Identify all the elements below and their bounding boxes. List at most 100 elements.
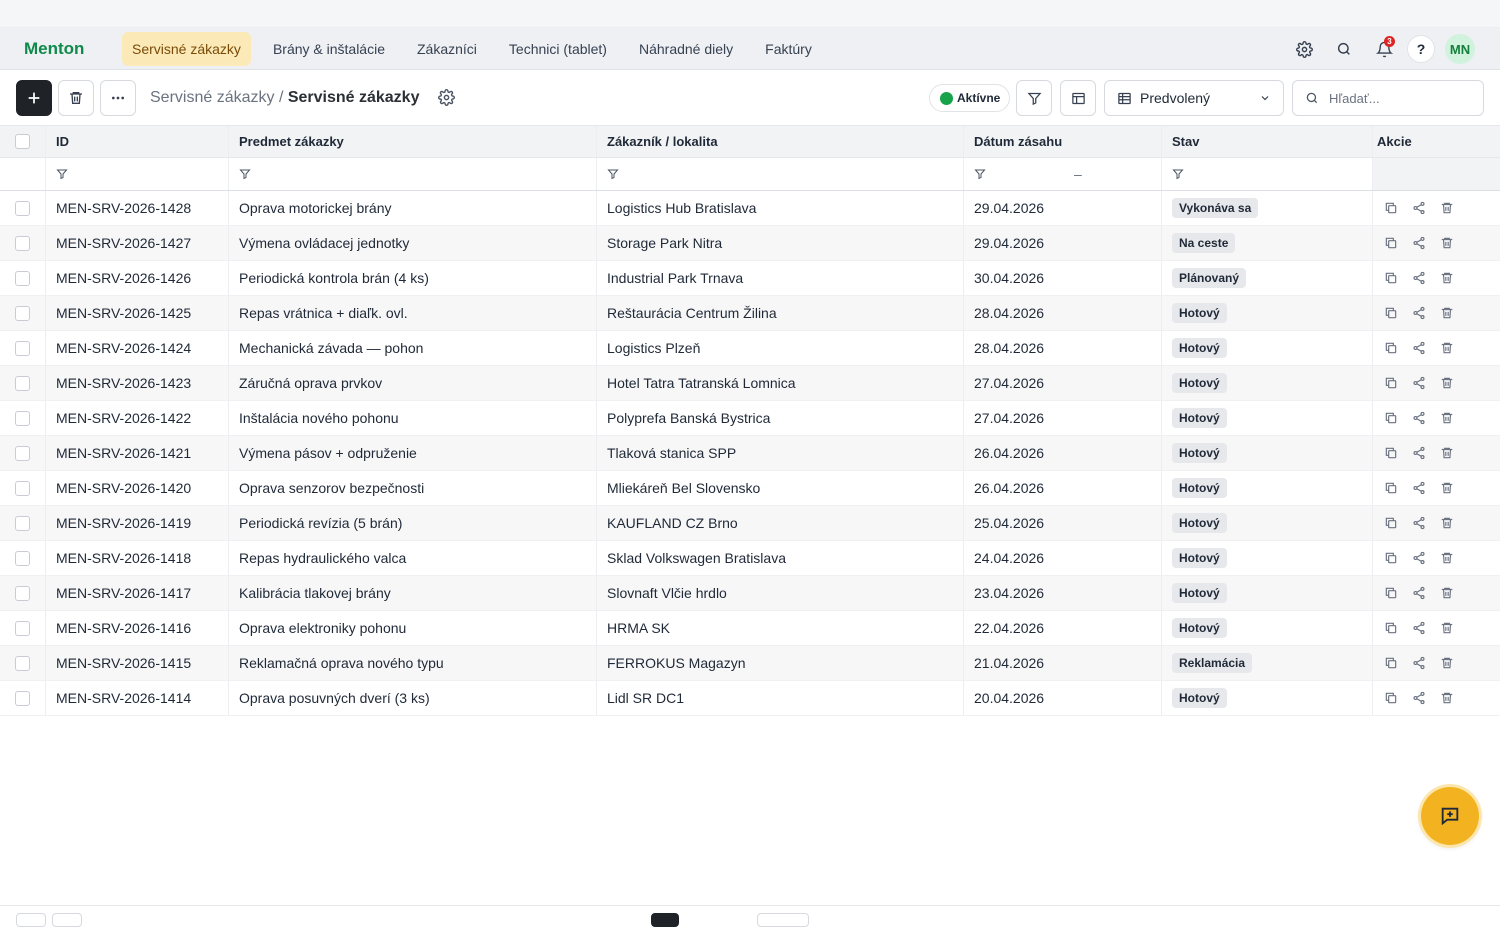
cell-date[interactable]: 23.04.2026 — [964, 576, 1162, 610]
user-avatar[interactable]: MN — [1445, 34, 1475, 64]
cell-id[interactable]: MEN-SRV-2026-1415 — [46, 646, 229, 680]
cell-status[interactable]: Hotový — [1162, 611, 1373, 645]
filter-button[interactable] — [1016, 80, 1052, 116]
row-checkbox[interactable] — [15, 655, 30, 671]
delete-row-button[interactable] — [1433, 551, 1461, 565]
pagination-current-page[interactable] — [651, 913, 679, 927]
cell-customer[interactable]: Logistics Plzeň — [597, 331, 964, 365]
table-row[interactable]: MEN-SRV-2026-1421 Výmena pásov + odpružen… — [0, 436, 1500, 471]
filter-status[interactable] — [1162, 158, 1373, 190]
cell-id[interactable]: MEN-SRV-2026-1427 — [46, 226, 229, 260]
cell-status[interactable]: Vykonáva sa — [1162, 191, 1373, 225]
column-header-id[interactable]: ID — [46, 126, 229, 157]
cell-status[interactable]: Hotový — [1162, 401, 1373, 435]
cell-subject[interactable]: Výmena ovládacej jednotky — [229, 226, 597, 260]
table-row[interactable]: MEN-SRV-2026-1414 Oprava posuvných dverí … — [0, 681, 1500, 716]
filter-subject[interactable] — [229, 158, 597, 190]
cell-date[interactable]: 27.04.2026 — [964, 401, 1162, 435]
delete-row-button[interactable] — [1433, 341, 1461, 355]
tab-technici[interactable]: Technici (tablet) — [499, 32, 617, 66]
copy-button[interactable] — [1377, 551, 1405, 565]
cell-customer[interactable]: Industrial Park Trnava — [597, 261, 964, 295]
cell-customer[interactable]: Tlaková stanica SPP — [597, 436, 964, 470]
cell-customer[interactable]: FERROKUS Magazyn — [597, 646, 964, 680]
share-button[interactable] — [1405, 271, 1433, 285]
share-button[interactable] — [1405, 201, 1433, 215]
row-checkbox[interactable] — [15, 585, 30, 601]
delete-row-button[interactable] — [1433, 376, 1461, 390]
table-row[interactable]: MEN-SRV-2026-1418 Repas hydraulického val… — [0, 541, 1500, 576]
cell-customer[interactable]: KAUFLAND CZ Brno — [597, 506, 964, 540]
column-header-subject[interactable]: Predmet zákazky — [229, 126, 597, 157]
delete-row-button[interactable] — [1433, 621, 1461, 635]
share-button[interactable] — [1405, 446, 1433, 460]
table-row[interactable]: MEN-SRV-2026-1425 Repas vrátnica + diaľk.… — [0, 296, 1500, 331]
status-toggle[interactable]: Aktívne — [929, 84, 1011, 112]
cell-customer[interactable]: Reštaurácia Centrum Žilina — [597, 296, 964, 330]
column-header-status[interactable]: Stav — [1162, 126, 1373, 157]
page-settings-button[interactable] — [438, 89, 456, 107]
cell-customer[interactable]: Polyprefa Banská Bystrica — [597, 401, 964, 435]
breadcrumb-parent[interactable]: Servisné zákazky / — [150, 89, 288, 106]
more-button[interactable] — [100, 80, 136, 116]
share-button[interactable] — [1405, 481, 1433, 495]
delete-row-button[interactable] — [1433, 656, 1461, 670]
table-row[interactable]: MEN-SRV-2026-1415 Reklamačná oprava novéh… — [0, 646, 1500, 681]
table-row[interactable]: MEN-SRV-2026-1427 Výmena ovládacej jednot… — [0, 226, 1500, 261]
table-row[interactable]: MEN-SRV-2026-1416 Oprava elektroniky poho… — [0, 611, 1500, 646]
share-button[interactable] — [1405, 376, 1433, 390]
tab-zakaznici[interactable]: Zákazníci — [407, 32, 487, 66]
cell-customer[interactable]: Sklad Volkswagen Bratislava — [597, 541, 964, 575]
copy-button[interactable] — [1377, 586, 1405, 600]
cell-status[interactable]: Hotový — [1162, 471, 1373, 505]
cell-date[interactable]: 25.04.2026 — [964, 506, 1162, 540]
delete-row-button[interactable] — [1433, 306, 1461, 320]
cell-date[interactable]: 29.04.2026 — [964, 191, 1162, 225]
cell-date[interactable]: 27.04.2026 — [964, 366, 1162, 400]
share-button[interactable] — [1405, 306, 1433, 320]
row-checkbox[interactable] — [15, 410, 30, 426]
brand-logo[interactable]: Menton — [24, 39, 122, 59]
cell-subject[interactable]: Oprava posuvných dverí (3 ks) — [229, 681, 597, 715]
pagination-prev-button[interactable] — [52, 913, 82, 927]
share-button[interactable] — [1405, 586, 1433, 600]
cell-subject[interactable]: Záručná oprava prvkov — [229, 366, 597, 400]
copy-button[interactable] — [1377, 376, 1405, 390]
cell-customer[interactable]: HRMA SK — [597, 611, 964, 645]
cell-subject[interactable]: Oprava senzorov bezpečnosti — [229, 471, 597, 505]
add-button[interactable] — [16, 80, 52, 116]
cell-date[interactable]: 21.04.2026 — [964, 646, 1162, 680]
settings-button[interactable] — [1289, 34, 1319, 64]
tab-brany-instalacie[interactable]: Brány & inštalácie — [263, 32, 395, 66]
share-button[interactable] — [1405, 236, 1433, 250]
cell-date[interactable]: 22.04.2026 — [964, 611, 1162, 645]
cell-date[interactable]: 28.04.2026 — [964, 296, 1162, 330]
row-checkbox[interactable] — [15, 375, 30, 391]
row-checkbox[interactable] — [15, 515, 30, 531]
cell-subject[interactable]: Reklamačná oprava nového typu — [229, 646, 597, 680]
cell-date[interactable]: 30.04.2026 — [964, 261, 1162, 295]
cell-subject[interactable]: Kalibrácia tlakovej brány — [229, 576, 597, 610]
row-checkbox[interactable] — [15, 480, 30, 496]
cell-status[interactable]: Hotový — [1162, 681, 1373, 715]
share-button[interactable] — [1405, 621, 1433, 635]
cell-id[interactable]: MEN-SRV-2026-1428 — [46, 191, 229, 225]
delete-row-button[interactable] — [1433, 481, 1461, 495]
cell-status[interactable]: Plánovaný — [1162, 261, 1373, 295]
delete-row-button[interactable] — [1433, 691, 1461, 705]
copy-button[interactable] — [1377, 411, 1405, 425]
cell-id[interactable]: MEN-SRV-2026-1418 — [46, 541, 229, 575]
delete-button[interactable] — [58, 80, 94, 116]
delete-row-button[interactable] — [1433, 516, 1461, 530]
delete-row-button[interactable] — [1433, 236, 1461, 250]
copy-button[interactable] — [1377, 691, 1405, 705]
share-button[interactable] — [1405, 656, 1433, 670]
delete-row-button[interactable] — [1433, 271, 1461, 285]
tab-servisne-zakazky[interactable]: Servisné zákazky — [122, 31, 251, 66]
table-row[interactable]: MEN-SRV-2026-1428 Oprava motorickej brány… — [0, 191, 1500, 226]
delete-row-button[interactable] — [1433, 201, 1461, 215]
cell-customer[interactable]: Slovnaft Vlčie hrdlo — [597, 576, 964, 610]
share-button[interactable] — [1405, 551, 1433, 565]
cell-status[interactable]: Na ceste — [1162, 226, 1373, 260]
pagination-first-button[interactable] — [16, 913, 46, 927]
